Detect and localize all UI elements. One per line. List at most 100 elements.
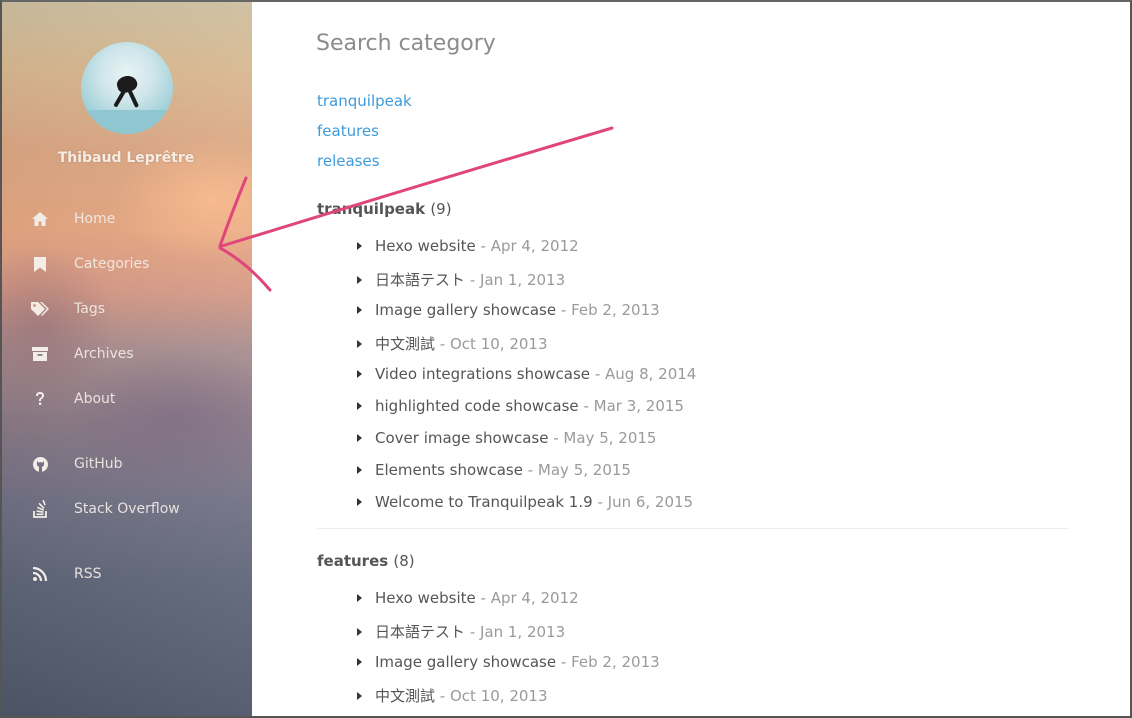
bullet-icon	[357, 370, 362, 378]
section-title-features: features (8)	[317, 552, 415, 570]
post-title-link[interactable]: 中文測試	[375, 685, 435, 706]
bullet-icon	[357, 339, 362, 348]
nav-item-label: About	[74, 391, 116, 407]
date-separator: -	[560, 653, 567, 671]
section-name: features	[317, 552, 389, 570]
post-date: May 5, 2015	[563, 429, 657, 447]
home-icon	[30, 209, 50, 229]
post-title-link[interactable]: Hexo website	[375, 589, 476, 607]
author-name[interactable]: Thibaud Leprêtre	[0, 150, 252, 166]
tags-icon	[30, 299, 50, 319]
post-title-link[interactable]: 日本語テスト	[375, 621, 465, 642]
date-separator: -	[594, 365, 601, 383]
nav-item-label: Tags	[74, 301, 105, 317]
avatar[interactable]	[81, 42, 173, 134]
bullet-icon	[357, 627, 362, 636]
date-separator: -	[469, 622, 476, 641]
list-item: Video integrations showcase - Aug 8, 201…	[356, 365, 696, 383]
post-date: Jan 1, 2013	[480, 270, 566, 289]
rss-icon	[30, 564, 50, 584]
nav-item-rss[interactable]: RSS	[30, 563, 102, 585]
sidebar: Thibaud Leprêtre Home Categories Tags Ar…	[0, 0, 252, 718]
nav-item-home[interactable]: Home	[30, 208, 115, 230]
post-date: Jun 6, 2015	[607, 493, 694, 511]
list-item: highlighted code showcase - Mar 3, 2015	[356, 397, 684, 415]
section-divider	[317, 528, 1069, 529]
post-title-link[interactable]: Elements showcase	[375, 461, 523, 479]
date-separator: -	[597, 493, 603, 511]
archive-icon	[30, 344, 50, 364]
nav-item-archives[interactable]: Archives	[30, 343, 134, 365]
post-date: Aug 8, 2014	[605, 365, 697, 383]
list-item: 中文測試 - Oct 10, 2013	[356, 685, 548, 706]
date-separator: -	[560, 301, 567, 319]
nav-item-categories[interactable]: Categories	[30, 253, 149, 275]
date-separator: -	[480, 589, 486, 607]
post-title-link[interactable]: Cover image showcase	[375, 429, 548, 447]
post-title-link[interactable]: Image gallery showcase	[375, 653, 556, 671]
list-item: Hexo website - Apr 4, 2012	[356, 589, 579, 607]
github-icon	[30, 454, 50, 474]
section-title-tranquilpeak: tranquilpeak (9)	[317, 200, 452, 218]
nav-item-label: Stack Overflow	[74, 501, 180, 517]
bullet-icon	[357, 306, 362, 314]
bullet-icon	[357, 434, 362, 442]
nav-item-tags[interactable]: Tags	[30, 298, 105, 320]
list-item: Elements showcase - May 5, 2015	[356, 461, 631, 479]
post-date: May 5, 2015	[537, 461, 631, 479]
bullet-icon	[357, 691, 362, 700]
post-title-link[interactable]: Hexo website	[375, 237, 476, 255]
post-title-link[interactable]: Image gallery showcase	[375, 301, 556, 319]
post-date: Jan 1, 2013	[480, 622, 566, 641]
post-date: Apr 4, 2012	[490, 237, 579, 255]
date-separator: -	[480, 237, 486, 255]
post-title-link[interactable]: 日本語テスト	[375, 269, 465, 290]
category-link-tranquilpeak[interactable]: tranquilpeak	[317, 92, 412, 110]
bullet-icon	[357, 658, 362, 666]
avatar-sea	[81, 110, 173, 134]
date-separator: -	[583, 397, 589, 415]
bullet-icon	[357, 402, 362, 410]
post-date: Oct 10, 2013	[450, 686, 548, 705]
post-date: Mar 3, 2015	[593, 397, 684, 415]
post-title-link[interactable]: highlighted code showcase	[375, 397, 579, 415]
category-link-releases[interactable]: releases	[317, 152, 380, 170]
post-date: Oct 10, 2013	[450, 334, 548, 353]
section-name: tranquilpeak	[317, 200, 426, 218]
post-date: Feb 2, 2013	[571, 301, 660, 319]
bullet-icon	[357, 242, 362, 250]
list-item: Cover image showcase - May 5, 2015	[356, 429, 656, 447]
post-title-link[interactable]: Video integrations showcase	[375, 365, 590, 383]
list-item: Welcome to Tranquilpeak 1.9 - Jun 6, 201…	[356, 493, 693, 511]
date-separator: -	[527, 461, 534, 479]
list-item: Image gallery showcase - Feb 2, 2013	[356, 301, 660, 319]
bullet-icon	[357, 594, 362, 602]
nav-item-label: GitHub	[74, 456, 123, 472]
nav-item-github[interactable]: GitHub	[30, 453, 123, 475]
category-link-features[interactable]: features	[317, 122, 379, 140]
nav-item-stack-overflow[interactable]: Stack Overflow	[30, 498, 180, 520]
search-category-input[interactable]	[316, 26, 836, 60]
list-item: 日本語テスト - Jan 1, 2013	[356, 621, 565, 642]
main-content: tranquilpeak features releases tranquilp…	[252, 0, 1132, 718]
list-item: 中文測試 - Oct 10, 2013	[356, 333, 548, 354]
date-separator: -	[439, 334, 446, 353]
bookmark-icon	[30, 254, 50, 274]
post-title-link[interactable]: Welcome to Tranquilpeak 1.9	[375, 493, 593, 511]
bullet-icon	[357, 275, 362, 284]
avatar-figure-leg	[126, 88, 140, 108]
date-separator: -	[553, 429, 559, 447]
post-title-link[interactable]: 中文測試	[375, 333, 435, 354]
date-separator: -	[439, 686, 446, 705]
nav-item-label: Categories	[74, 256, 150, 272]
bullet-icon	[357, 498, 362, 506]
nav-item-label: RSS	[74, 566, 102, 582]
post-date: Feb 2, 2013	[571, 653, 660, 671]
question-icon	[30, 389, 50, 409]
section-count: (9)	[430, 200, 452, 218]
section-count: (8)	[393, 552, 415, 570]
bullet-icon	[357, 466, 362, 474]
nav-item-label: Home	[74, 211, 116, 227]
nav-item-about[interactable]: About	[30, 388, 115, 410]
list-item: 日本語テスト - Jan 1, 2013	[356, 269, 565, 290]
